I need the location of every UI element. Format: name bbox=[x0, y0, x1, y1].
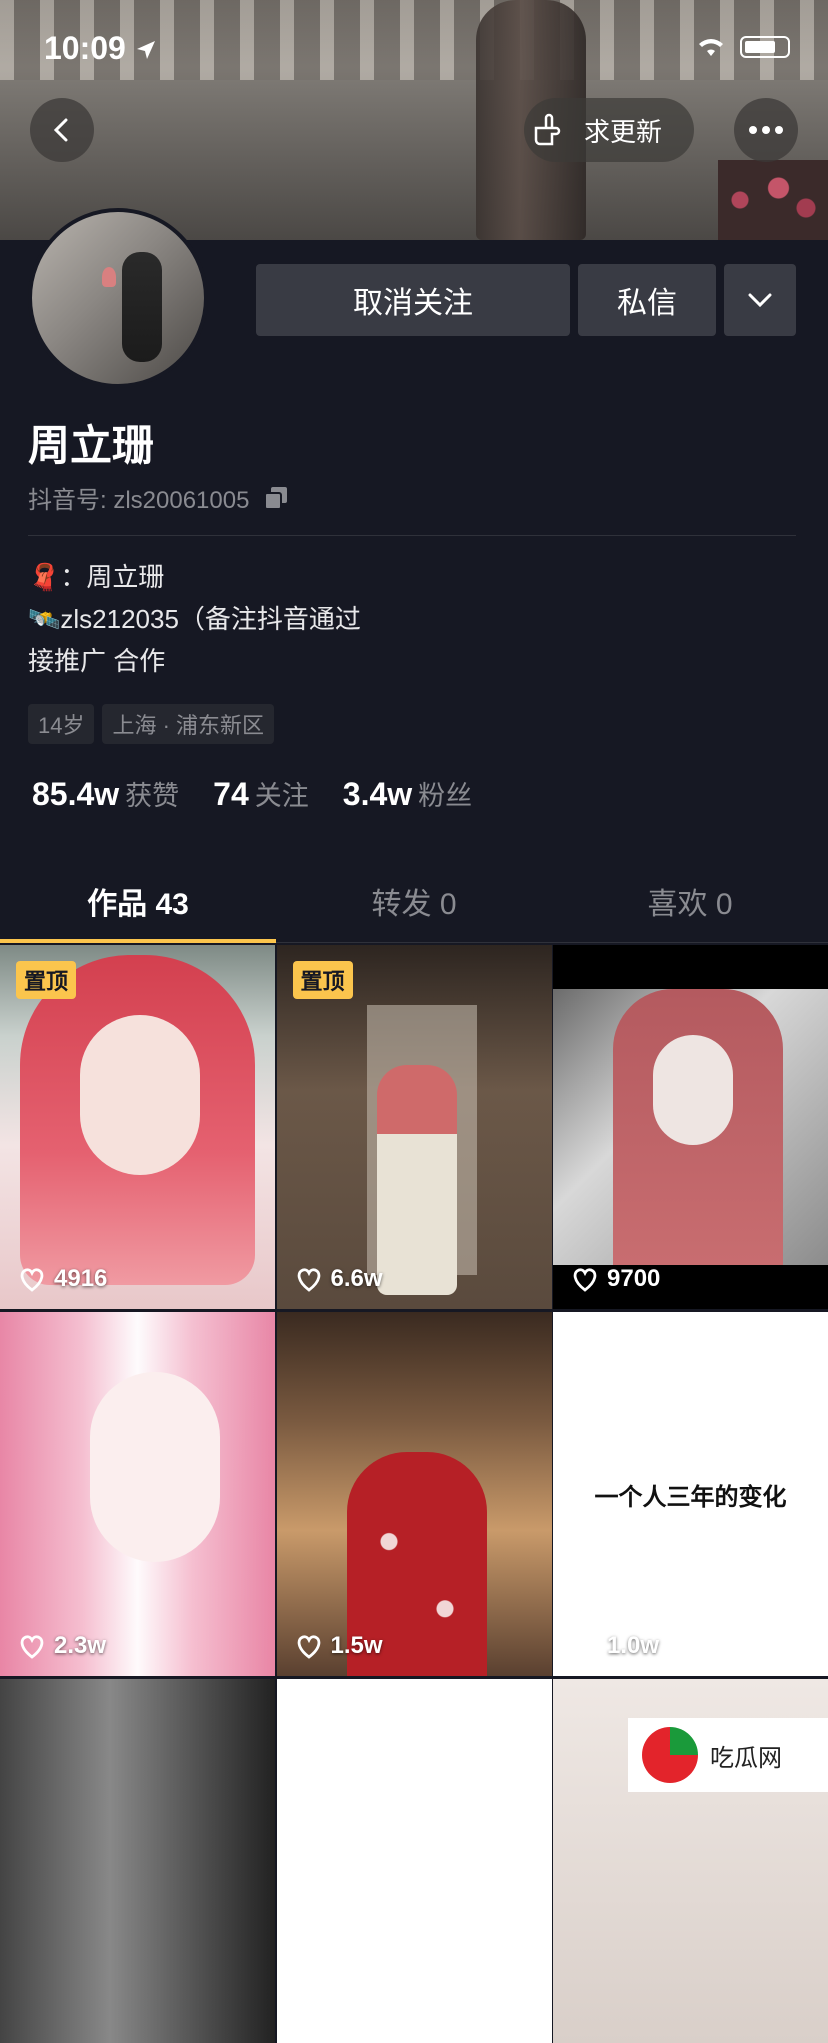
avatar[interactable] bbox=[28, 208, 208, 388]
more-options-button[interactable] bbox=[734, 98, 798, 162]
scarf-emoji-icon: 🧣 bbox=[28, 562, 61, 592]
heart-icon bbox=[20, 1635, 44, 1659]
heart-icon bbox=[573, 1635, 597, 1659]
location-arrow-icon bbox=[136, 41, 155, 59]
request-update-label: 求更新 bbox=[584, 116, 663, 147]
tab-works[interactable]: 作品 43 bbox=[0, 860, 276, 943]
video-thumbnail[interactable]: 9700 bbox=[553, 945, 828, 1309]
wifi-icon bbox=[699, 39, 723, 56]
pinned-badge: 置顶 bbox=[16, 961, 77, 999]
video-thumbnail[interactable]: 置顶 4916 bbox=[0, 945, 275, 1309]
video-thumbnail[interactable]: 1.5w bbox=[276, 1312, 552, 1676]
video-likes-count: 1.5w bbox=[330, 1632, 383, 1659]
status-time: 10:09 bbox=[44, 30, 157, 67]
bio-line-2: 🛰️zls212035（备注抖音通过 bbox=[28, 598, 361, 640]
cover-flowers bbox=[718, 160, 828, 240]
status-time-text: 10:09 bbox=[44, 30, 126, 66]
watermark-text: 吃瓜网 bbox=[710, 1744, 782, 1772]
profile-stats: 85.4w 获赞 74 关注 3.4w 粉丝 bbox=[32, 774, 472, 813]
thumbnail-face bbox=[653, 1035, 733, 1145]
copy-icon[interactable] bbox=[263, 485, 289, 511]
video-likes: 9700 bbox=[571, 1265, 660, 1293]
recommend-dropdown-button[interactable] bbox=[724, 264, 796, 336]
douyin-id: 抖音号: zls20061005 bbox=[28, 487, 250, 514]
heart-icon bbox=[297, 1635, 320, 1659]
stat-likes-label: 获赞 bbox=[125, 781, 180, 811]
status-right-icons bbox=[696, 36, 790, 58]
video-likes: 2.3w bbox=[18, 1632, 106, 1660]
stat-following[interactable]: 74 关注 bbox=[213, 774, 309, 813]
site-watermark: 吃瓜网 bbox=[628, 1718, 828, 1792]
bio-line-1: 🧣：周立珊 bbox=[28, 556, 361, 598]
avatar-figure bbox=[122, 252, 162, 362]
location-tag: 上海 · 浦东新区 bbox=[102, 704, 275, 744]
satellite-emoji-icon: 🛰️ bbox=[28, 604, 61, 634]
tab-reposts[interactable]: 转发 0 bbox=[276, 860, 552, 942]
stat-followers-value: 3.4w bbox=[342, 776, 413, 812]
chevron-left-icon bbox=[53, 118, 68, 142]
thumbnail-face bbox=[90, 1372, 220, 1562]
unfollow-button[interactable]: 取消关注 bbox=[256, 264, 570, 336]
video-likes-count: 6.6w bbox=[330, 1265, 383, 1292]
thumbnail-face bbox=[80, 1015, 200, 1175]
video-thumbnail[interactable]: 置顶 6.6w bbox=[276, 945, 552, 1309]
video-thumbnail[interactable]: 一个人三年的变化 1.0w bbox=[553, 1312, 828, 1676]
pinned-badge: 置顶 bbox=[292, 961, 353, 999]
status-bar: 10:09 bbox=[0, 0, 828, 100]
stat-likes-value: 85.4w bbox=[32, 776, 120, 812]
watermelon-logo-icon bbox=[642, 1727, 698, 1783]
video-likes: 1.5w bbox=[295, 1632, 383, 1660]
stat-followers-label: 粉丝 bbox=[418, 781, 473, 811]
avatar-lamp bbox=[102, 267, 116, 287]
more-dots-icon bbox=[749, 126, 783, 134]
thumbnail-figure bbox=[376, 1065, 457, 1295]
video-thumbnail[interactable]: 2.3w bbox=[0, 1312, 275, 1676]
bio-line-1-text: ：周立珊 bbox=[60, 562, 165, 592]
pointing-hand-icon bbox=[534, 113, 561, 146]
video-likes-count: 1.0w bbox=[607, 1632, 660, 1659]
heart-icon bbox=[297, 1268, 320, 1292]
douyin-id-row: 抖音号: zls20061005 bbox=[28, 480, 289, 515]
stat-likes: 85.4w 获赞 bbox=[32, 774, 179, 813]
heart-icon bbox=[20, 1268, 44, 1292]
back-button[interactable] bbox=[30, 98, 94, 162]
stat-followers[interactable]: 3.4w 粉丝 bbox=[343, 774, 472, 813]
video-grid: 置顶 4916 置顶 6.6w 9700 2.3w 1.5w 一个人三年的变化 … bbox=[0, 945, 828, 2043]
content-tabs: 作品 43 转发 0 喜欢 0 bbox=[0, 860, 828, 943]
video-thumbnail[interactable] bbox=[276, 1679, 552, 2043]
nickname: 周立珊 bbox=[28, 422, 155, 469]
tab-likes[interactable]: 喜欢 0 bbox=[552, 860, 828, 942]
message-button[interactable]: 私信 bbox=[578, 264, 716, 336]
bio: 🧣：周立珊 🛰️zls212035（备注抖音通过 接推广 合作 bbox=[28, 556, 361, 682]
bio-line-2-text: zls212035（备注抖音通过 bbox=[60, 604, 361, 634]
video-thumbnail[interactable] bbox=[0, 1679, 275, 2043]
heart-icon bbox=[573, 1268, 597, 1292]
video-likes-count: 4916 bbox=[54, 1265, 108, 1292]
bio-line-3: 接推广 合作 bbox=[28, 646, 166, 676]
profile-tags: 14岁 上海 · 浦东新区 bbox=[28, 704, 275, 744]
battery-icon bbox=[740, 36, 790, 58]
age-tag: 14岁 bbox=[28, 704, 95, 744]
video-caption: 一个人三年的变化 bbox=[594, 1483, 787, 1511]
video-likes: 4916 bbox=[18, 1265, 107, 1293]
stat-following-label: 关注 bbox=[254, 781, 309, 811]
request-update-button[interactable]: 求更新 bbox=[524, 98, 694, 162]
video-likes: 1.0w bbox=[571, 1632, 659, 1660]
video-likes: 6.6w bbox=[295, 1265, 383, 1293]
divider bbox=[28, 535, 796, 536]
video-likes-count: 2.3w bbox=[54, 1632, 107, 1659]
stat-following-value: 74 bbox=[213, 776, 249, 812]
video-likes-count: 9700 bbox=[607, 1265, 661, 1292]
chevron-down-icon bbox=[748, 293, 772, 308]
profile-actions: 取消关注 私信 bbox=[256, 264, 796, 336]
